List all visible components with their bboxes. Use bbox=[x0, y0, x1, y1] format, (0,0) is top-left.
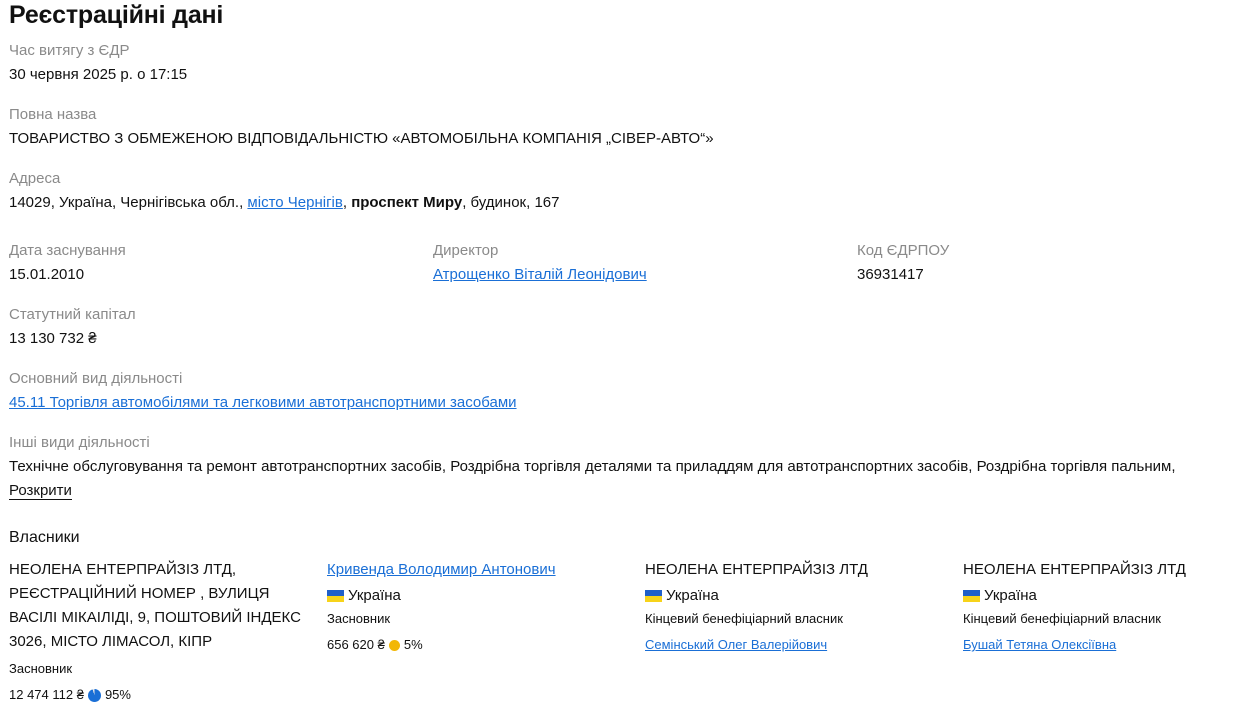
owner-name: НЕОЛЕНА ЕНТЕРПРАЙЗІЗ ЛТД bbox=[963, 561, 1186, 578]
owner-country: Україна bbox=[327, 586, 627, 606]
main-activity-field: Основний вид діяльності 45.11 Торгівля а… bbox=[9, 369, 517, 413]
owner-name-line: РЕЄСТРАЦІЙНИЙ НОМЕР , ВУЛИЦЯ bbox=[9, 585, 270, 602]
owner-share: 12 474 112 ₴ 95% bbox=[9, 686, 309, 704]
owner-name-link[interactable]: Кривенда Володимир Антонович bbox=[327, 561, 556, 578]
capital-label: Статутний капітал bbox=[9, 306, 136, 323]
main-activity-label: Основний вид діяльності bbox=[9, 370, 183, 387]
founded-label: Дата заснування bbox=[9, 242, 126, 259]
owner-country: Україна bbox=[963, 586, 1239, 606]
expand-button[interactable]: Розкрити bbox=[9, 482, 72, 500]
capital-field: Статутний капітал 13 130 732 ₴ bbox=[9, 305, 136, 349]
owner-role: Кінцевий бенефіціарний власник bbox=[963, 611, 1161, 626]
owner-name-line: ВАСІЛІ МІКАІЛІДІ, 9, ПОШТОВИЙ ІНДЕКС bbox=[9, 609, 301, 626]
director-field: Директор Атрощенко Віталій Леонідович bbox=[433, 241, 853, 285]
owner-role: Засновник bbox=[9, 661, 73, 676]
edrpou-label: Код ЄДРПОУ bbox=[857, 242, 950, 259]
owner-card: Кривенда Володимир Антонович Україна Зас… bbox=[327, 558, 627, 654]
address-value: 14029, Україна, Чернігівська обл., місто… bbox=[9, 193, 559, 213]
extract-time-label: Час витягу з ЄДР bbox=[9, 42, 130, 59]
country-name: Україна bbox=[666, 587, 719, 604]
page-title: Реєстраційні дані bbox=[9, 1, 224, 29]
address-field: Адреса 14029, Україна, Чернігівська обл.… bbox=[9, 169, 559, 213]
other-activities-label: Інші види діяльності bbox=[9, 434, 150, 451]
street-name: проспект Миру bbox=[351, 194, 463, 211]
address-part1: 14029, Україна, Чернігівська обл., bbox=[9, 194, 248, 211]
owner-card: НЕОЛЕНА ЕНТЕРПРАЙЗІЗ ЛТД Україна Кінцеви… bbox=[963, 558, 1239, 654]
full-name-label: Повна назва bbox=[9, 106, 97, 123]
main-activity-link[interactable]: 45.11 Торгівля автомобілями та легковими… bbox=[9, 394, 517, 411]
share-pie-icon bbox=[388, 639, 400, 651]
ukraine-flag-icon bbox=[963, 590, 980, 602]
ukraine-flag-icon bbox=[645, 590, 662, 602]
beneficiary-link[interactable]: Семінський Олег Валерійович bbox=[645, 637, 827, 652]
owner-share: 656 620 ₴ 5% bbox=[327, 636, 627, 654]
address-sep: , bbox=[342, 194, 352, 211]
director-link[interactable]: Атрощенко Віталій Леонідович bbox=[433, 266, 647, 283]
owner-amount: 656 620 ₴ bbox=[327, 637, 385, 652]
country-name: Україна bbox=[348, 587, 401, 604]
share-pie-icon bbox=[87, 688, 101, 702]
edrpou-value: 36931417 bbox=[857, 266, 924, 283]
owner-country: Україна bbox=[645, 586, 945, 606]
owners-label: Власники bbox=[9, 529, 80, 546]
owner-name: НЕОЛЕНА ЕНТЕРПРАЙЗІЗ ЛТД bbox=[645, 561, 868, 578]
address-part2: , будинок, 167 bbox=[462, 194, 560, 211]
extract-time-field: Час витягу з ЄДР 30 червня 2025 р. о 17:… bbox=[9, 41, 187, 85]
edrpou-field: Код ЄДРПОУ 36931417 bbox=[857, 241, 1239, 285]
ukraine-flag-icon bbox=[327, 590, 344, 602]
extract-time-value: 30 червня 2025 р. о 17:15 bbox=[9, 66, 188, 83]
registration-section: Реєстраційні дані Час витягу з ЄДР 30 че… bbox=[0, 0, 1239, 702]
owner-name: НЕОЛЕНА ЕНТЕРПРАЙЗІЗ ЛТД, РЕЄСТРАЦІЙНИЙ … bbox=[9, 558, 309, 654]
address-label: Адреса bbox=[9, 170, 61, 187]
owner-role: Кінцевий бенефіціарний власник bbox=[645, 611, 843, 626]
capital-value: 13 130 732 ₴ bbox=[9, 330, 97, 347]
full-name-field: Повна назва ТОВАРИСТВО З ОБМЕЖЕНОЮ ВІДПО… bbox=[9, 105, 714, 149]
founded-value: 15.01.2010 bbox=[9, 266, 85, 283]
owner-name-line: НЕОЛЕНА ЕНТЕРПРАЙЗІЗ ЛТД, bbox=[9, 561, 237, 578]
beneficiary-link[interactable]: Бушай Тетяна Олексіївна bbox=[963, 637, 1116, 652]
founded-field: Дата заснування 15.01.2010 bbox=[9, 241, 429, 285]
owner-percent: 95% bbox=[104, 687, 131, 702]
other-activities-value: Технічне обслуговування та ремонт автотр… bbox=[9, 458, 1176, 475]
owner-amount: 12 474 112 ₴ bbox=[9, 687, 84, 702]
country-name: Україна bbox=[984, 587, 1037, 604]
city-link[interactable]: місто Чернігів bbox=[247, 194, 342, 211]
owner-percent: 5% bbox=[403, 637, 423, 652]
full-name-value: ТОВАРИСТВО З ОБМЕЖЕНОЮ ВІДПОВІДАЛЬНІСТЮ … bbox=[9, 130, 714, 147]
other-activities-field: Інші види діяльності Технічне обслуговув… bbox=[9, 433, 1237, 501]
owner-name-line: 3026, МІСТО ЛІМАСОЛ, КІПР bbox=[9, 633, 213, 650]
owner-role: Засновник bbox=[327, 611, 391, 626]
director-label: Директор bbox=[433, 242, 499, 259]
owner-card: НЕОЛЕНА ЕНТЕРПРАЙЗІЗ ЛТД Україна Кінцеви… bbox=[645, 558, 945, 654]
owner-card: НЕОЛЕНА ЕНТЕРПРАЙЗІЗ ЛТД, РЕЄСТРАЦІЙНИЙ … bbox=[9, 558, 309, 704]
